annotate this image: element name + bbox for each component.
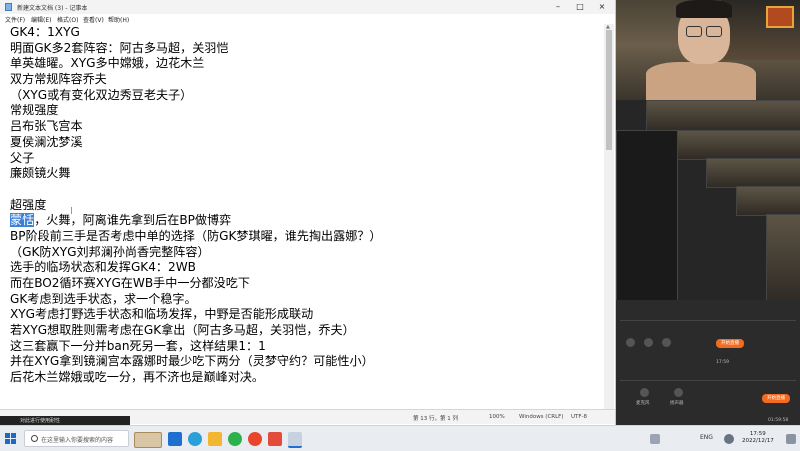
task-view-icon[interactable] <box>168 432 182 446</box>
menu-edit[interactable]: 编辑(E) <box>31 15 51 24</box>
search-icon <box>31 435 38 442</box>
text-line: 明面GK多2套阵容：阿古多马超，关羽恺 <box>10 40 229 55</box>
streamer-hair <box>676 0 732 18</box>
menu-format[interactable]: 格式(O) <box>57 15 78 24</box>
speaker-label: 扬声器 <box>670 401 684 406</box>
preview-tile <box>766 214 800 302</box>
notepad-taskbar-icon[interactable] <box>288 432 302 448</box>
stream-preview-area: 开始直播 17:59 麦克风 扬声器 开始直播 01:59:58 <box>616 0 800 425</box>
source-icon[interactable] <box>644 338 653 347</box>
text-line: 若XYG想取胜则需考虑在GK拿出（阿古多马超，关羽恺，乔夫） <box>10 323 355 338</box>
search-placeholder: 在这里输入你要搜索的内容 <box>41 437 114 444</box>
text-line: 并在XYG拿到镜澜宫本露娜时最少吃下两分（灵梦守约？可能性小） <box>10 354 374 369</box>
maximize-icon[interactable]: □ <box>569 1 591 13</box>
glasses-left <box>686 26 702 37</box>
preview-dark <box>616 130 678 302</box>
text-line: 选手的临场状态和发挥GK4：2WB <box>10 260 196 275</box>
menu-bar: 文件(F) 编辑(E) 格式(O) 查看(V) 帮助(H) <box>0 14 615 24</box>
scene-icon[interactable] <box>626 338 635 347</box>
notification-icon[interactable] <box>786 434 796 444</box>
notepad-icon <box>5 3 12 11</box>
divider <box>620 320 796 321</box>
webcam-feed <box>616 0 800 102</box>
text-line <box>10 182 602 198</box>
subtitle-strip: 对此进行使用耐性 <box>0 416 130 425</box>
stream-control-panel: 开始直播 17:59 麦克风 扬声器 开始直播 01:59:58 <box>616 300 800 425</box>
taskbar-clock[interactable]: 17:59 2022/12/17 <box>742 431 774 445</box>
start-live-button-2[interactable]: 开始直播 <box>762 394 790 403</box>
text-line: 父子 <box>10 150 35 165</box>
text-line: BP阶段前三手是否考虑中单的选择（防GK梦琪曜，谁先掏出露娜？） <box>10 228 382 243</box>
vertical-scrollbar[interactable]: ▲ <box>604 24 614 409</box>
title-bar: 新建文本文档 (3) - 记事本 – □ × <box>0 0 615 15</box>
text-line: 超强度 <box>10 197 47 212</box>
preview-tile <box>676 130 800 160</box>
notepad-window: 新建文本文档 (3) - 记事本 – □ × 文件(F) 编辑(E) 格式(O)… <box>0 0 616 425</box>
text-line: GK4：1XYG <box>10 25 80 39</box>
text-line: GK考虑到选手状态，求一个稳字。 <box>10 291 197 306</box>
taskbar: 在这里输入你要搜索的内容 ENG 17:59 2022/12/17 <box>0 425 800 451</box>
clock-date: 2022/12/17 <box>742 438 774 444</box>
text-line: 吕布张飞宫本 <box>10 119 83 134</box>
close-icon[interactable]: × <box>591 1 613 13</box>
text-line: （GK防XYG刘邦澜孙尚香完整阵容） <box>10 244 210 259</box>
wechat-icon[interactable] <box>228 432 242 446</box>
line-ending: Windows (CRLF) <box>519 414 564 420</box>
window-title: 新建文本文档 (3) - 记事本 <box>17 5 88 12</box>
settings-icon[interactable] <box>662 338 671 347</box>
microphone-icon[interactable] <box>640 388 649 397</box>
tray-up-icon[interactable] <box>650 434 660 444</box>
zoom-level: 100% <box>489 414 505 420</box>
file-explorer-icon[interactable] <box>208 432 222 446</box>
app-red-icon[interactable] <box>248 432 262 446</box>
clock-time: 17:59 <box>749 431 766 437</box>
tray-lang[interactable]: ENG <box>700 434 713 441</box>
divider <box>620 380 796 381</box>
selected-text-line: 蒙恬，火舞，阿离谁先拿到后在BP做博弈 <box>10 213 602 229</box>
cortana-graphic-icon[interactable] <box>134 432 162 448</box>
text-line: XYG考虑打野选手状态和临场发挥，中野是否能形成联动 <box>10 307 314 322</box>
start-live-button[interactable]: 开始直播 <box>716 339 744 348</box>
text-line: 这三套赢下一分并ban死另一套，这样结果1：1 <box>10 338 266 353</box>
text-line-rest: ，火舞，阿离谁先拿到后在BP做博弈 <box>34 213 232 228</box>
scrollbar-thumb[interactable] <box>606 30 612 150</box>
text-line: 单英雄曜。XYG多中嫦娥，边花木兰 <box>10 56 205 71</box>
speaker-icon[interactable] <box>674 388 683 397</box>
elapsed-time: 01:59:58 <box>768 418 789 423</box>
text-line: 夏侯澜沈梦溪 <box>10 134 83 149</box>
encoding: UTF-8 <box>571 414 588 420</box>
text-line: 常规强度 <box>10 103 59 118</box>
menu-help[interactable]: 帮助(H) <box>108 15 129 24</box>
menu-file[interactable]: 文件(F) <box>5 15 25 24</box>
minimize-icon[interactable]: – <box>547 1 569 13</box>
text-line: 廉颇镜火舞 <box>10 166 71 181</box>
glasses-right <box>706 26 722 37</box>
text-line: 双方常规阵容乔夫 <box>10 72 107 87</box>
text-line: 后花木兰嫦娥或吃一分，再不济也是巅峰对决。 <box>10 370 264 385</box>
subtitle-text: 对此进行使用耐性 <box>20 418 61 424</box>
streamer-body <box>646 62 756 102</box>
text-editor[interactable]: GK4：1XYG 明面GK多2套阵容：阿古多马超，关羽恺 单英雄曜。XYG多中嫦… <box>10 25 602 405</box>
stream-clock: 17:59 <box>716 360 729 365</box>
cursor-position: 第 13 行，第 1 列 <box>413 416 458 422</box>
logo-icon <box>766 6 794 28</box>
mic-label: 麦克风 <box>636 401 650 406</box>
windows-start-icon[interactable] <box>5 433 16 444</box>
menu-view[interactable]: 查看(V) <box>83 15 104 24</box>
text-line: 而在BO2循环赛XYG在WB手中一分都没吃下 <box>10 276 250 290</box>
preview-tile <box>646 100 800 132</box>
mouse-ibeam-icon <box>71 207 72 214</box>
app-orange-icon[interactable] <box>268 432 282 446</box>
volume-icon[interactable] <box>724 434 734 444</box>
recursive-preview <box>616 100 800 302</box>
edge-browser-icon[interactable] <box>188 432 202 446</box>
text-line: （XYG或有变化双边秀豆老夫子） <box>10 87 193 102</box>
taskbar-search[interactable]: 在这里输入你要搜索的内容 <box>24 430 129 447</box>
preview-tile <box>736 186 800 216</box>
text-selection: 蒙恬 <box>10 213 35 228</box>
preview-tile <box>706 158 800 188</box>
